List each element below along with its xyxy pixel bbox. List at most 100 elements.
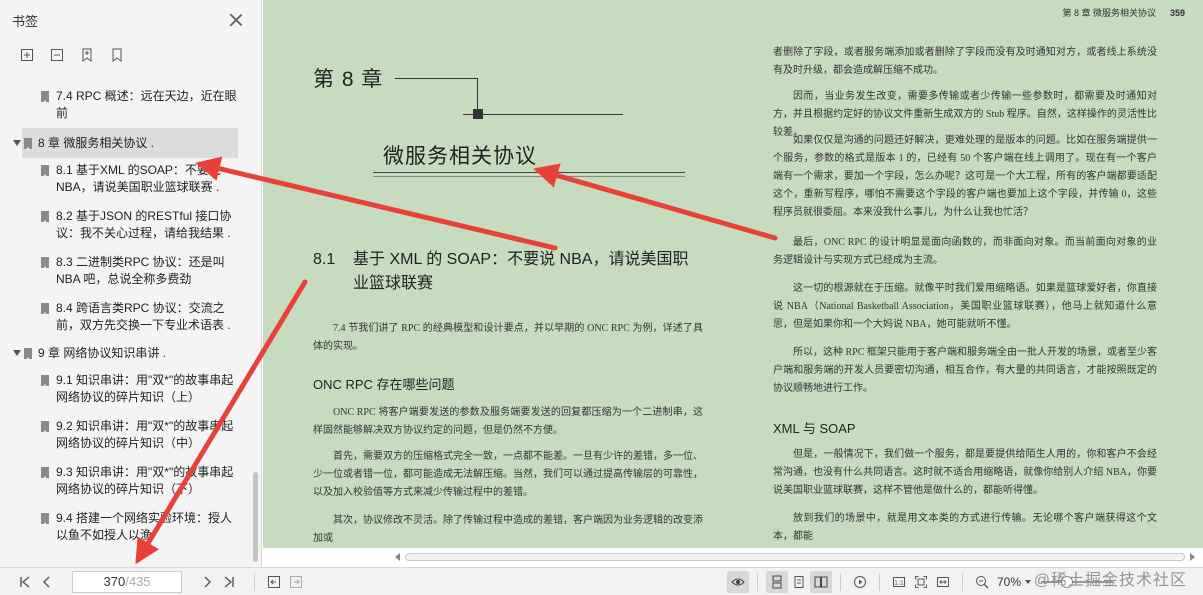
collapse-triangle-icon[interactable] [13, 350, 21, 356]
double-page-icon[interactable] [809, 570, 832, 593]
bookmark-icon [41, 303, 49, 315]
subsection-heading: XML 与 SOAP [773, 421, 856, 436]
toc-item-label: 9.2 知识串讲：用"双*"的故事串起网络协议的碎片知识（中） [56, 419, 234, 450]
paragraph: 这一切的根源就在于压缩。就像平时我们爱用缩略语。如果是篮球爱好者，你直接说 NB… [773, 283, 1157, 330]
fit-page-icon[interactable] [910, 571, 932, 593]
toc-item[interactable]: 7.4 RPC 概述：远在天边，近在眼前 [0, 88, 252, 122]
toc-item-label: 9.3 知识串讲：用"双*"的故事串起网络协议的碎片知识（下） [56, 465, 234, 496]
toolbar-divider [878, 572, 880, 591]
current-page: 370 [103, 574, 126, 589]
chapter-decoration [447, 78, 477, 79]
play-icon[interactable] [849, 571, 871, 593]
toc-item-label: 8.2 基于JSON 的RESTful 接口协议：我不关心过程，请给我结果 . [56, 209, 232, 240]
fit-width-icon[interactable] [932, 571, 954, 593]
subsection-heading: ONC RPC 存在哪些问题 [313, 377, 455, 392]
svg-text:1:1: 1:1 [894, 580, 904, 587]
page-number: 359 [1169, 8, 1185, 18]
last-page-icon[interactable] [218, 571, 240, 593]
sidebar-scrollbar-thumb[interactable] [253, 472, 258, 562]
toc-item[interactable]: 9.3 知识串讲：用"双*"的故事串起网络协议的碎片知识（下） [0, 464, 252, 498]
toc-item[interactable]: 9.1 知识串讲：用"双*"的故事串起网络协议的碎片知识（上） [0, 372, 252, 406]
bookmark-icon [41, 211, 49, 223]
bookmark-icon [41, 513, 49, 525]
sidebar-toolbar [0, 40, 261, 70]
toc-item-label: 7.4 RPC 概述：远在天边，近在眼前 [56, 89, 237, 120]
chapter-underline [373, 176, 685, 177]
sidebar-scrollbar[interactable] [252, 82, 259, 567]
toc-item-label: 8.3 二进制类RPC 协议：还是叫NBA 吧，总说全称多费劲 [56, 255, 225, 286]
paragraph: 7.4 节我们讲了 RPC 的经典模型和设计要点，并以早期的 ONC RPC 为… [313, 323, 703, 352]
close-icon[interactable] [227, 11, 245, 29]
back-icon[interactable] [263, 571, 285, 593]
zoom-out-icon[interactable] [971, 571, 993, 593]
bookmark-icon[interactable] [108, 46, 126, 64]
zoom-level[interactable]: 70% [997, 575, 1021, 589]
bookmark-icon [41, 91, 49, 103]
paragraph: 首先，需要双方的压缩格式完全一致，一点都不能差。一旦有少许的差错，多一位、少一位… [313, 451, 703, 498]
toolbar-divider [839, 572, 841, 591]
horizontal-scrollbar[interactable] [395, 551, 1195, 563]
toc-item[interactable]: 8.2 基于JSON 的RESTful 接口协议：我不关心过程，请给我结果 . [0, 208, 252, 242]
chapter-title: 微服务相关协议 [383, 145, 537, 168]
collapse-all-icon[interactable] [48, 46, 66, 64]
watermark: @稀土掘金技术社区 [1033, 572, 1187, 589]
bookmark-icon [41, 257, 49, 269]
toc-item[interactable]: 8.4 跨语言类RPC 协议：交流之前，双方先交换一下专业术语表 . [0, 300, 252, 334]
toc-item[interactable]: 8.3 二进制类RPC 协议：还是叫NBA 吧，总说全称多费劲 [0, 254, 252, 288]
scroll-right-icon[interactable] [1190, 553, 1195, 561]
running-head: 第 8 章 微服务相关协议 359 [1062, 6, 1185, 19]
zoom-dropdown-icon[interactable] [1025, 579, 1031, 584]
toc-item-label: 9.4 搭建一个网络实验环境：授人以鱼不如授人以渔 [56, 511, 233, 542]
toc-item-label: 9.1 知识串讲：用"双*"的故事串起网络协议的碎片知识（上） [56, 373, 234, 404]
first-page-icon[interactable] [14, 571, 36, 593]
bookmark-sidebar: 书签 7.4 RPC 概述：远在天边，近在眼前 8 章 微服务相关协议 . 8.… [0, 0, 262, 567]
running-head-text: 第 8 章 微服务相关协议 [1062, 8, 1156, 18]
document-view[interactable]: 第 8 章 微服务相关协议 8.1 基于 XML 的 SOAP：不要说 NBA，… [263, 0, 1203, 567]
add-bookmark-icon[interactable] [78, 46, 96, 64]
paragraph: 最后，ONC RPC 的设计明显是面向函数的，而非面向对象。而当前面向对象的业务… [773, 237, 1157, 266]
section-number: 8.1 [313, 251, 336, 268]
toc-item-label: 8 章 微服务相关协议 . [38, 136, 155, 150]
expand-all-icon[interactable] [18, 46, 36, 64]
bookmark-icon [24, 138, 32, 150]
paragraph: 如果仅仅是沟通的问题还好解决，更难处理的是版本的问题。比如在服务端提供一个服务，… [773, 135, 1157, 218]
paragraph: 放到我们的场景中，就是用文本类的方式进行传输。无论哪个客户端获得这个文本，都能 [773, 513, 1157, 542]
toc-chapter-8[interactable]: 8 章 微服务相关协议 . [13, 128, 238, 158]
horizontal-scrollbar-thumb[interactable] [405, 553, 1185, 561]
chapter-decoration [395, 78, 447, 79]
toc-item[interactable]: 9.4 搭建一个网络实验环境：授人以鱼不如授人以渔 [0, 510, 252, 544]
chapter-underline [373, 172, 685, 173]
bookmark-icon [41, 165, 49, 177]
eye-protection-icon[interactable] [726, 570, 749, 593]
bookmark-icon [41, 375, 49, 387]
toolbar-divider [254, 572, 255, 591]
previous-page-icon[interactable] [36, 571, 58, 593]
forward-icon[interactable] [285, 571, 307, 593]
next-page-icon[interactable] [196, 571, 218, 593]
section-title-text: 基于 XML 的 SOAP：不要说 NBA，请说美国职业篮球联赛 [353, 251, 689, 292]
page-right: 第 8 章 微服务相关协议 359 者删除了字段，或者服务端添加或者删除了字段而没… [737, 0, 1203, 548]
collapse-triangle-icon[interactable] [13, 140, 21, 146]
toolbar-divider [961, 572, 963, 591]
toc-item-label: 8.4 跨语言类RPC 协议：交流之前，双方先交换一下专业术语表 . [56, 301, 231, 332]
bookmark-icon [24, 348, 32, 360]
actual-size-icon[interactable]: 1:1 [888, 571, 910, 593]
total-pages: 435 [128, 574, 151, 589]
paragraph: ONC RPC 将客户端要发送的参数及服务端要发送的回复都压缩为一个二进制串，这… [313, 407, 703, 436]
single-page-icon[interactable] [788, 571, 810, 593]
bookmark-tree: 7.4 RPC 概述：远在天边，近在眼前 8 章 微服务相关协议 . 8.1 基… [0, 82, 252, 567]
toolbar-divider [756, 572, 758, 591]
continuous-view-icon[interactable] [765, 570, 788, 593]
bookmark-icon [41, 467, 49, 479]
toc-chapter-9[interactable]: 9 章 网络协议知识串讲 . [0, 338, 252, 368]
paragraph: 者删除了字段，或者服务端添加或者删除了字段而没有及时通知对方，或者线上系统没有及… [773, 47, 1157, 76]
scroll-left-icon[interactable] [395, 553, 400, 561]
page-number-input[interactable]: 370/435 [72, 570, 182, 593]
page-left: 第 8 章 微服务相关协议 8.1 基于 XML 的 SOAP：不要说 NBA，… [263, 0, 737, 548]
sidebar-title: 书签 [12, 13, 39, 29]
bookmark-icon [41, 421, 49, 433]
paragraph: 其次，协议修改不灵活。除了传输过程中造成的差错，客户端因为业务逻辑的改变添加或 [313, 515, 703, 544]
toc-item[interactable]: 8.1 基于XML 的SOAP：不要说NBA，请说美国职业篮球联赛 . [0, 162, 252, 196]
toc-item[interactable]: 9.2 知识串讲：用"双*"的故事串起网络协议的碎片知识（中） [0, 418, 252, 452]
toc-item-label: 9 章 网络协议知识串讲 . [38, 346, 167, 360]
